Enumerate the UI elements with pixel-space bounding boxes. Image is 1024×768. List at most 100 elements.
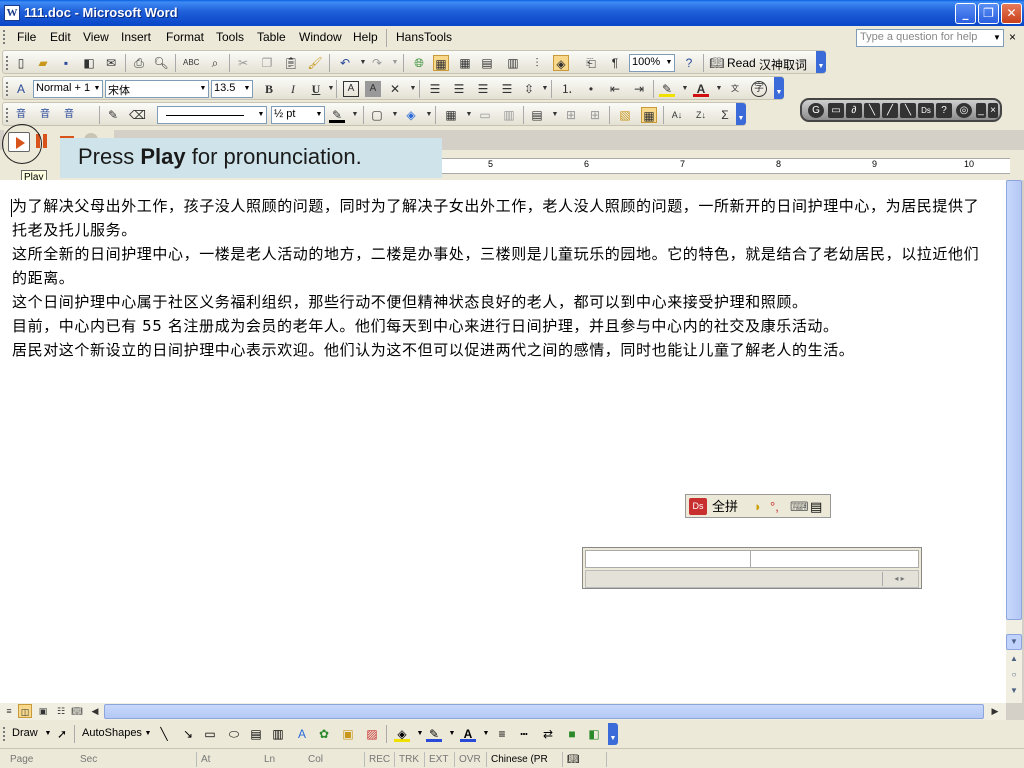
print-icon[interactable]: ⎙: [131, 55, 147, 71]
scroll-left-icon[interactable]: ◀: [88, 704, 102, 718]
outside-border-icon[interactable]: ▢: [369, 107, 385, 123]
wordart-icon[interactable]: A: [294, 726, 310, 742]
line-icon[interactable]: ╲: [156, 726, 172, 742]
chevron-down-icon[interactable]: ▼: [711, 81, 727, 97]
line-style-select[interactable]: ▼: [157, 106, 267, 124]
pinyin-icon[interactable]: 音: [13, 107, 29, 123]
draw-menu-button[interactable]: Draw: [12, 727, 38, 739]
restore-button[interactable]: ❐: [978, 3, 999, 24]
read-mode-icon[interactable]: 📖︎: [709, 55, 725, 71]
show-hide-icon[interactable]: ⎗: [583, 55, 599, 71]
dash-style-icon[interactable]: ┅: [516, 726, 532, 742]
distribute-columns-icon[interactable]: ⊞: [587, 107, 603, 123]
picture-icon[interactable]: ▨: [364, 726, 380, 742]
word-doc-icon[interactable]: W: [4, 5, 20, 21]
table-autoformat-icon[interactable]: ▧: [617, 107, 633, 123]
menu-file[interactable]: File: [17, 30, 36, 44]
panel-nav-arrows-icon[interactable]: ◂ ▸: [882, 572, 916, 586]
status-trk[interactable]: TRK: [394, 752, 419, 767]
hyperlink-icon[interactable]: 🌐︎: [411, 55, 427, 71]
menu-edit[interactable]: Edit: [50, 30, 71, 44]
chevron-down-icon[interactable]: ▼: [387, 55, 403, 71]
font-color-icon[interactable]: A: [460, 726, 476, 742]
shadow-style-icon[interactable]: ■: [564, 726, 580, 742]
split-cells-icon[interactable]: ▥: [501, 107, 517, 123]
underline-button[interactable]: U: [308, 81, 324, 97]
document-body[interactable]: 为了解决父母出外工作，孩子没人照顾的问题，同时为了解决子女出外工作，老人没人照顾…: [12, 194, 992, 362]
fill-color-icon[interactable]: ◈: [394, 726, 410, 742]
ime-logo-icon[interactable]: Ds: [689, 498, 707, 515]
email-icon[interactable]: ✉: [103, 55, 119, 71]
half-width-icon[interactable]: ◗: [754, 498, 762, 515]
cut-icon[interactable]: ✂: [235, 55, 251, 71]
paragraph[interactable]: 为了解决父母出外工作，孩子没人照顾的问题，同时为了解决子女出外工作，老人没人照顾…: [12, 194, 992, 242]
diagram-icon[interactable]: ✿: [316, 726, 332, 742]
help-icon[interactable]: ?: [681, 55, 697, 71]
distribute-rows-icon[interactable]: ⊞: [563, 107, 579, 123]
toolbar-grip[interactable]: [6, 56, 9, 70]
bullets-icon[interactable]: •: [583, 81, 599, 97]
sort-descending-icon[interactable]: Z↓: [693, 107, 709, 123]
character-shading-icon[interactable]: A: [365, 81, 381, 97]
increase-indent-icon[interactable]: ⇥: [631, 81, 647, 97]
help-search-input[interactable]: Type a question for help ▼: [856, 29, 1004, 47]
menu-help[interactable]: Help: [353, 30, 378, 44]
toolbar-grip[interactable]: [3, 727, 6, 741]
outline-view-icon[interactable]: ☷: [54, 704, 68, 718]
toolbar-options-icon[interactable]: ▼: [816, 51, 826, 73]
shading-color-icon[interactable]: ◈: [403, 107, 419, 123]
toolbar-grip[interactable]: [6, 82, 9, 96]
menu-hanstools[interactable]: HansTools: [396, 30, 452, 44]
research-icon[interactable]: ⌕: [207, 55, 223, 71]
normal-view-icon[interactable]: ≡: [2, 704, 16, 718]
floating-panel[interactable]: ◂ ▸: [582, 547, 922, 589]
align-left-icon[interactable]: ☰: [427, 81, 443, 97]
font-size-select[interactable]: 13.5 ▼: [211, 80, 253, 98]
document-map-icon[interactable]: ◈: [553, 55, 569, 71]
menu-table[interactable]: Table: [257, 30, 286, 44]
paragraph[interactable]: 目前，中心内已有 55 名注册成为会员的老年人。他们每天到中心来进行日间护理，并…: [12, 314, 992, 338]
chevron-down-icon[interactable]: ▼: [991, 30, 1003, 46]
horizontal-ruler[interactable]: 5 6 7 8 9 10: [412, 158, 1010, 174]
chevron-down-icon[interactable]: ▼: [92, 81, 102, 97]
status-language[interactable]: Chinese (PR: [486, 752, 548, 767]
hanstools-definitions-icon[interactable]: Ds: [918, 103, 934, 118]
pinyin-remove-icon[interactable]: 音: [61, 107, 77, 123]
toolbar-grip[interactable]: [6, 108, 9, 122]
insert-table-icon[interactable]: ▦: [457, 55, 473, 71]
sort-ascending-icon[interactable]: A↓: [669, 107, 685, 123]
font-select[interactable]: 宋体 ▼: [105, 80, 209, 98]
insert-table-icon[interactable]: ▦: [443, 107, 459, 123]
numbering-icon[interactable]: ⒈: [559, 81, 575, 97]
paragraph[interactable]: 这所全新的日间护理中心，一楼是老人活动的地方，二楼是办事处，三楼则是儿童玩乐的园…: [12, 242, 992, 290]
show-gridlines-icon[interactable]: ▦: [641, 107, 657, 123]
chevron-down-icon[interactable]: ▼: [242, 81, 252, 97]
hanstools-tone1-icon[interactable]: ╲: [864, 103, 880, 118]
menu-format[interactable]: Format: [166, 30, 204, 44]
chevron-down-icon[interactable]: ▼: [140, 726, 156, 742]
hanstools-tone3-icon[interactable]: ╲: [900, 103, 916, 118]
chevron-down-icon[interactable]: ▼: [478, 726, 494, 742]
insert-excel-icon[interactable]: ▤: [479, 55, 495, 71]
line-color-icon[interactable]: ✎: [426, 726, 442, 742]
save-icon[interactable]: ▪: [58, 55, 74, 71]
open-folder-icon[interactable]: ▰: [35, 55, 51, 71]
read-button[interactable]: Read: [727, 56, 756, 70]
vertical-scrollbar[interactable]: ▼ ▲ ○ ▼: [1006, 180, 1022, 703]
3d-style-icon[interactable]: ◧: [586, 726, 602, 742]
punctuation-icon[interactable]: °,: [770, 498, 779, 515]
print-layout-icon[interactable]: ▣: [36, 704, 50, 718]
chevron-down-icon[interactable]: ▼: [444, 726, 460, 742]
spelling-status-icon[interactable]: 📖︎: [562, 752, 602, 767]
right-indent-marker[interactable]: [988, 160, 998, 170]
status-rec[interactable]: REC: [364, 752, 390, 767]
toolbar-options-icon[interactable]: ▼: [774, 77, 784, 99]
spelling-icon[interactable]: ABC: [183, 55, 199, 71]
soft-keyboard-icon[interactable]: ⌨: [790, 498, 809, 515]
vertical-text-box-icon[interactable]: ▥: [270, 726, 286, 742]
highlight-icon[interactable]: ✎: [659, 81, 675, 97]
menu-insert[interactable]: Insert: [121, 30, 151, 44]
hanstools-window-icon[interactable]: ▭: [828, 103, 844, 118]
character-border-icon[interactable]: A: [343, 81, 359, 97]
ime-mode[interactable]: 全拼: [712, 498, 738, 515]
